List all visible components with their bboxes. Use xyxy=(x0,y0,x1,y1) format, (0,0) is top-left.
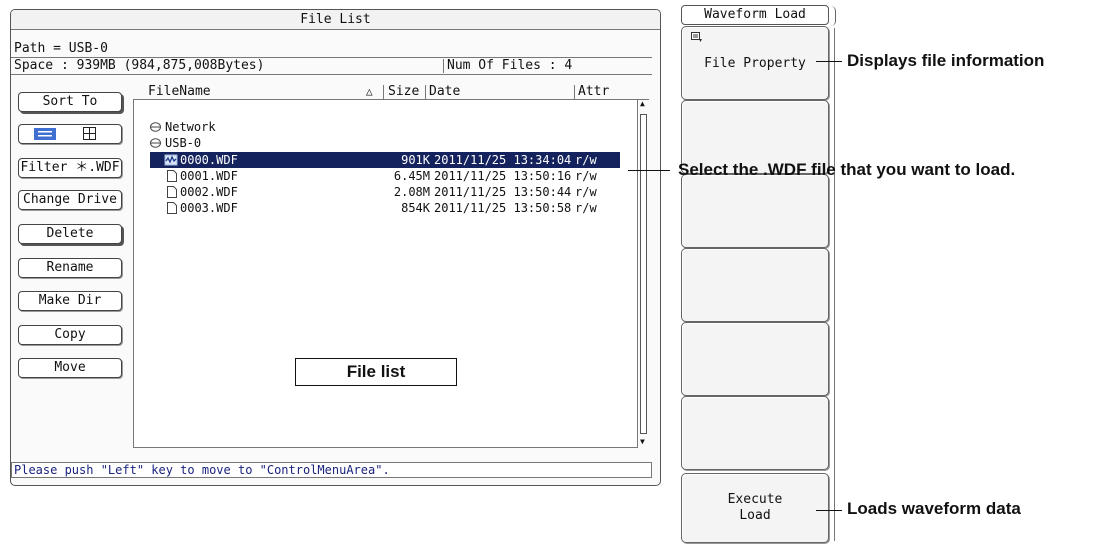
scrollbar-thumb[interactable] xyxy=(640,114,647,434)
scroll-up-icon[interactable]: ▲ xyxy=(640,99,645,109)
column-header-attr[interactable]: Attr xyxy=(578,84,609,99)
callout-line xyxy=(816,61,842,62)
list-view-icon[interactable] xyxy=(34,128,56,140)
scroll-down-icon[interactable]: ▼ xyxy=(640,437,645,447)
file-attr: r/w xyxy=(575,201,597,215)
table-row[interactable]: 0002.WDF 2.08M 2011/11/25 13:50:44 r/w xyxy=(150,184,620,200)
file-size: 854K xyxy=(401,201,430,215)
grid-view-icon[interactable] xyxy=(83,127,96,140)
copy-button[interactable]: Copy xyxy=(18,325,122,345)
file-list-window: File List Path = USB-0 Space : 939MB (98… xyxy=(10,9,661,486)
soft-key-blank[interactable] xyxy=(681,174,829,248)
table-row[interactable]: 0001.WDF 6.45M 2011/11/25 13:50:16 r/w xyxy=(150,168,620,184)
drive-name: Network xyxy=(165,120,216,134)
menu-tab-edge xyxy=(829,6,836,26)
file-date: 2011/11/25 13:50:16 xyxy=(434,169,572,183)
column-divider xyxy=(425,85,426,99)
divider xyxy=(11,74,652,75)
file-name: 0002.WDF xyxy=(180,185,238,199)
file-date: 2011/11/25 13:50:44 xyxy=(434,185,572,199)
callout-execute: Loads waveform data xyxy=(847,499,1021,518)
execute-load-button[interactable]: Execute Load xyxy=(681,473,829,543)
file-attr: r/w xyxy=(575,185,597,199)
column-header-filename[interactable]: FileName xyxy=(148,84,211,99)
file-list[interactable]: Network USB-0 0000.WDF 901K 2011/11/25 1… xyxy=(133,100,638,448)
window-title: File List xyxy=(11,10,660,30)
callout-file-property: Displays file information xyxy=(847,51,1045,70)
soft-key-blank[interactable] xyxy=(681,396,829,470)
scrollbar[interactable]: ▲ ▼ xyxy=(638,99,649,448)
view-toggle-button[interactable] xyxy=(18,124,122,144)
callout-line xyxy=(628,170,670,171)
file-name: 0000.WDF xyxy=(180,153,238,167)
file-name: 0001.WDF xyxy=(180,169,238,183)
file-icon xyxy=(167,170,177,182)
file-attr: r/w xyxy=(575,169,597,183)
delete-button[interactable]: Delete xyxy=(18,224,122,244)
drive-icon xyxy=(150,138,161,148)
divider xyxy=(443,59,444,73)
file-property-button[interactable]: File Property xyxy=(681,26,829,100)
column-header-size[interactable]: Size xyxy=(388,84,419,99)
file-name: 0003.WDF xyxy=(180,201,238,215)
column-header-date[interactable]: Date xyxy=(429,84,460,99)
rename-button[interactable]: Rename xyxy=(18,258,122,278)
file-icon xyxy=(167,186,177,198)
callout-select-file: Select the .WDF file that you want to lo… xyxy=(678,160,1016,179)
file-attr: r/w xyxy=(575,153,597,167)
drive-icon xyxy=(150,122,161,132)
soft-key-blank[interactable] xyxy=(681,248,829,322)
file-property-icon xyxy=(691,32,703,43)
file-date: 2011/11/25 13:34:04 xyxy=(434,153,572,167)
menu-title: Waveform Load xyxy=(681,5,829,25)
callout-line xyxy=(816,510,842,511)
soft-key-blank[interactable] xyxy=(681,322,829,396)
column-divider xyxy=(574,85,575,99)
filter-button[interactable]: Filter ＊.WDF xyxy=(18,158,122,178)
drive-name: USB-0 xyxy=(165,136,202,150)
file-size: 6.45M xyxy=(393,169,430,183)
file-date: 2011/11/25 13:50:58 xyxy=(434,201,572,215)
table-row[interactable]: 0000.WDF 901K 2011/11/25 13:34:04 r/w xyxy=(150,152,620,168)
load-label: Load xyxy=(739,508,771,523)
space-label: Space : 939MB (984,875,008Bytes) xyxy=(14,58,265,73)
table-row[interactable]: 0003.WDF 854K 2011/11/25 13:50:58 r/w xyxy=(150,200,620,216)
execute-label: Execute xyxy=(727,492,783,507)
sort-to-button[interactable]: Sort To xyxy=(18,92,122,112)
file-size: 901K xyxy=(401,153,430,167)
num-files-label: Num Of Files : 4 xyxy=(447,58,573,73)
column-divider xyxy=(383,85,384,99)
file-list-callout: File list xyxy=(295,358,457,386)
wave-file-icon xyxy=(164,154,178,166)
make-dir-button[interactable]: Make Dir xyxy=(18,291,122,311)
list-item-drive[interactable]: USB-0 xyxy=(150,135,620,151)
change-drive-button[interactable]: Change Drive xyxy=(18,190,122,210)
file-size: 2.08M xyxy=(393,185,430,199)
menu-edge xyxy=(829,28,835,541)
file-property-label: File Property xyxy=(704,56,806,71)
sort-ascending-icon: △ xyxy=(366,85,373,98)
status-message: Please push "Left" key to move to "Contr… xyxy=(11,462,652,478)
list-item-drive[interactable]: Network xyxy=(150,119,620,135)
move-button[interactable]: Move xyxy=(18,358,122,378)
path-label: Path = USB-0 xyxy=(14,41,108,56)
file-icon xyxy=(167,202,177,214)
